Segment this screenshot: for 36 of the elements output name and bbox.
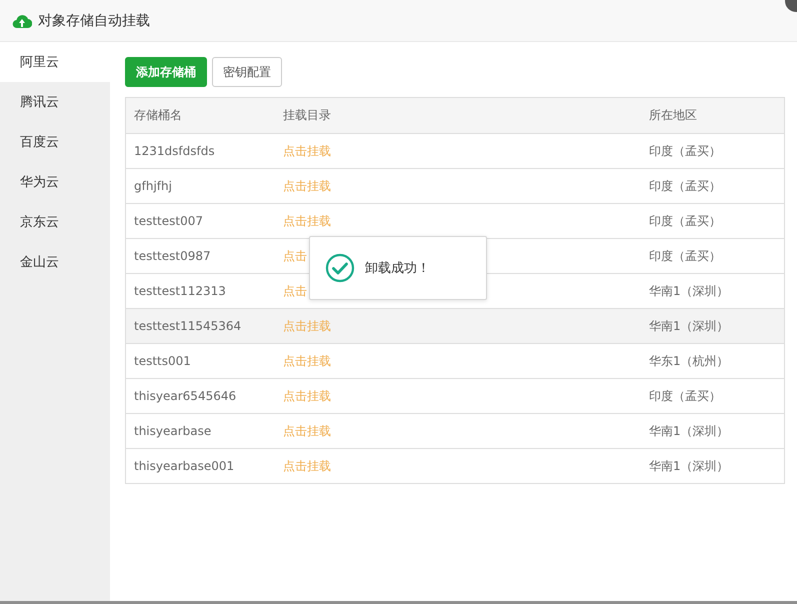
add-bucket-button[interactable]: 添加存储桶 <box>125 57 207 87</box>
table-cell-text: thisyear6545646 <box>133 389 238 403</box>
sidebar-item[interactable]: 阿里云 <box>0 42 110 82</box>
table-cell-text: testtest112313 <box>133 284 227 298</box>
table-cell-text: 华南1（深圳） <box>648 318 730 334</box>
toast-message: 卸载成功！ <box>365 260 430 277</box>
table-cell-text: thisyearbase001 <box>133 459 236 473</box>
table-cell-text: 印度（孟买） <box>648 248 722 264</box>
table-cell-text: 华东1（杭州） <box>648 352 730 370</box>
column-header: 所在地区 <box>648 107 698 124</box>
key-config-button[interactable]: 密钥配置 <box>212 57 282 87</box>
table-cell-text: testtest11545364 <box>133 319 242 333</box>
cloud-icon <box>12 12 32 28</box>
table-cell-text: 印度（孟买） <box>648 142 722 160</box>
sidebar-item[interactable]: 金山云 <box>0 242 110 282</box>
table-cell-text: 华南1（深圳） <box>648 422 730 440</box>
table-cell-text: 华南1（深圳） <box>648 458 730 474</box>
table-cell-text: testtest007 <box>133 214 204 228</box>
column-header: 挂载目录 <box>282 107 332 124</box>
table-cell-text: testtest0987 <box>133 249 212 263</box>
sidebar-item[interactable]: 百度云 <box>0 122 110 162</box>
sidebar-item[interactable]: 华为云 <box>0 162 110 202</box>
table-cell-text: 印度（孟买） <box>648 388 722 404</box>
table-cell-text: 印度（孟买） <box>648 212 722 230</box>
sidebar-item[interactable]: 京东云 <box>0 202 110 242</box>
table-cell-text: thisyearbase <box>133 424 212 438</box>
table-cell-text: 印度（孟买） <box>648 178 722 194</box>
sidebar-item[interactable]: 腾讯云 <box>0 82 110 122</box>
column-header: 存储桶名 <box>133 107 183 124</box>
table-cell-text: testts001 <box>133 354 192 368</box>
table-row[interactable]: testtest11545364 点击挂载 华南1（深圳） <box>126 308 784 343</box>
table-cell-text: gfhjfhj <box>133 179 173 193</box>
table-cell-text: 1231dsfdsfds <box>133 144 216 158</box>
window-title: 对象存储自动挂载 <box>38 12 150 30</box>
table-cell-text: 华南1（深圳） <box>648 282 730 300</box>
check-circle-icon <box>325 253 355 283</box>
